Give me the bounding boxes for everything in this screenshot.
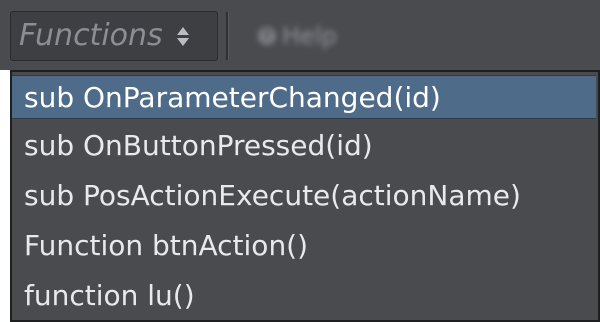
list-item[interactable]: sub PosActionExecute(actionName) [18, 170, 598, 220]
list-item[interactable]: sub OnButtonPressed(id) [18, 120, 598, 170]
list-item-selected[interactable]: sub OnParameterChanged(id) [12, 75, 596, 119]
arrow-down-icon [176, 37, 189, 46]
help-label: Help [282, 22, 337, 50]
help-circle-icon: ? [258, 27, 276, 45]
list-item[interactable]: function lu() [18, 270, 598, 320]
updown-arrows-icon [176, 26, 189, 46]
functions-dropdown-label: Functions [19, 18, 163, 53]
help-button[interactable]: ? Help [258, 18, 378, 54]
list-item[interactable]: Function btnAction() [18, 220, 598, 270]
toolbar-separator [226, 12, 228, 60]
editor-toolbar: Functions ? Help [0, 0, 600, 70]
functions-dropdown[interactable]: Functions [10, 11, 218, 61]
arrow-up-icon [176, 26, 189, 35]
functions-dropdown-list: sub OnParameterChanged(id) sub OnButtonP… [10, 70, 600, 322]
